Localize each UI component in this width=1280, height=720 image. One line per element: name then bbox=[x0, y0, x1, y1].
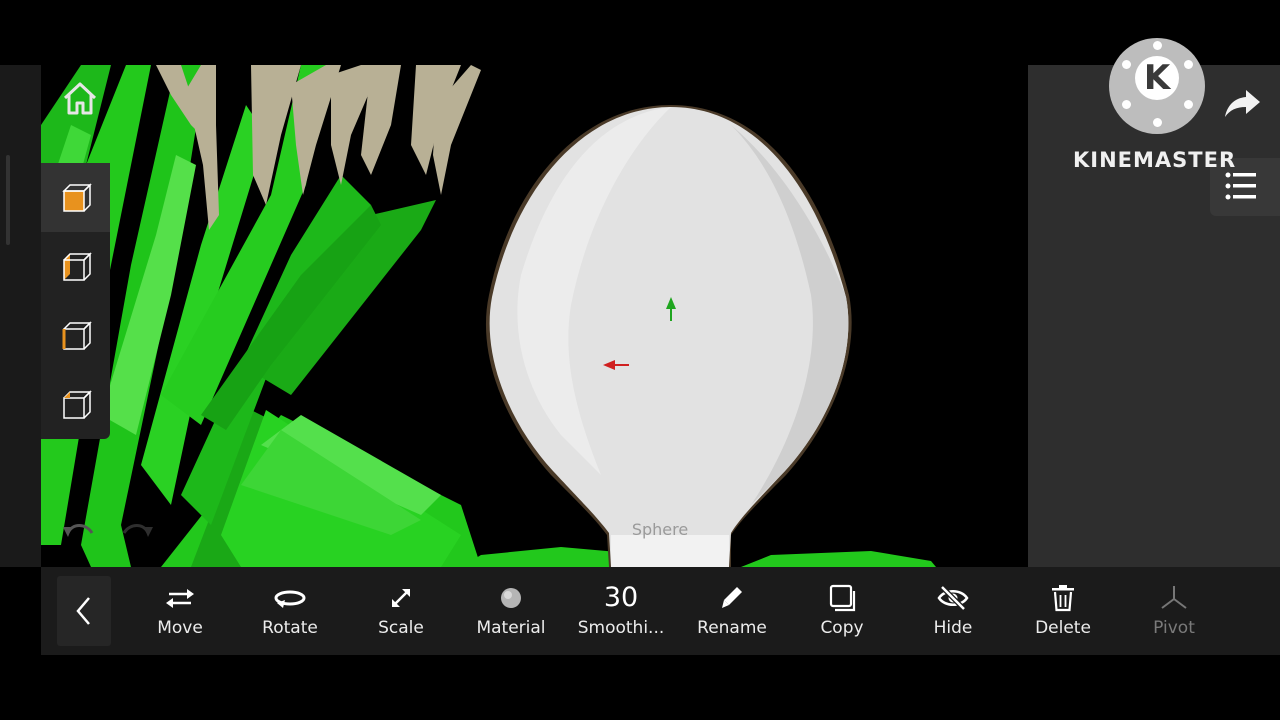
rename-label: Rename bbox=[697, 618, 767, 638]
perspective-view-button[interactable] bbox=[41, 370, 110, 439]
kinemaster-wordmark: KINEMASTER bbox=[1073, 148, 1237, 172]
logo-dot bbox=[1153, 118, 1162, 127]
selected-object-label: Sphere bbox=[631, 520, 689, 539]
share-button[interactable] bbox=[1222, 82, 1262, 122]
trash-icon bbox=[1052, 585, 1074, 612]
pivot-icon bbox=[1161, 586, 1187, 609]
logo-dot bbox=[1153, 41, 1162, 50]
logo-dot bbox=[1184, 60, 1193, 69]
scale-icon bbox=[392, 589, 410, 607]
pencil-icon bbox=[722, 587, 742, 608]
undo-button[interactable] bbox=[60, 515, 100, 543]
right-view-button[interactable] bbox=[41, 232, 110, 301]
redo-icon bbox=[122, 524, 153, 537]
scroll-indicator bbox=[6, 155, 10, 245]
copy-tool-button[interactable]: Copy bbox=[787, 580, 897, 646]
move-tool-button[interactable]: Move bbox=[125, 580, 235, 646]
letterbox-top bbox=[0, 0, 1280, 65]
pivot-tool-button[interactable]: Pivot bbox=[1119, 580, 1229, 646]
kinemaster-logo: K bbox=[1109, 38, 1205, 134]
back-button[interactable] bbox=[57, 576, 111, 646]
delete-tool-button[interactable]: Delete bbox=[1008, 580, 1118, 646]
move-label: Move bbox=[157, 618, 203, 638]
material-tool-button[interactable]: Material bbox=[456, 580, 566, 646]
hide-label: Hide bbox=[933, 618, 973, 638]
hide-tool-button[interactable]: Hide bbox=[898, 580, 1008, 646]
cube-edge-icon bbox=[62, 320, 92, 350]
delete-label: Delete bbox=[1035, 618, 1091, 638]
smoothing-label: Smoothi... bbox=[577, 618, 665, 638]
cube-front-icon bbox=[61, 182, 92, 212]
share-arrow-icon bbox=[1225, 90, 1260, 117]
logo-dot bbox=[1122, 60, 1131, 69]
smoothing-value: 30 bbox=[603, 582, 639, 613]
undo-icon bbox=[63, 524, 94, 537]
scale-label: Scale bbox=[378, 618, 424, 638]
kinemaster-logo-letter: K bbox=[1135, 56, 1179, 100]
letterbox-bottom bbox=[0, 655, 1280, 720]
scale-tool-button[interactable]: Scale bbox=[346, 580, 456, 646]
move-icon bbox=[166, 589, 194, 608]
chevron-left-icon bbox=[76, 597, 90, 625]
rotate-tool-button[interactable]: Rotate bbox=[235, 580, 345, 646]
material-sphere-icon bbox=[501, 588, 521, 608]
rotate-label: Rotate bbox=[262, 618, 318, 638]
redo-button[interactable] bbox=[116, 515, 156, 543]
right-side-panel bbox=[1028, 65, 1280, 567]
cube-corner-icon bbox=[62, 389, 92, 419]
scene-render bbox=[41, 65, 1028, 567]
3d-viewport[interactable] bbox=[41, 65, 1028, 567]
home-icon bbox=[63, 82, 97, 115]
material-label: Material bbox=[476, 618, 546, 638]
smoothing-tool-button[interactable]: 30 Smoothi... bbox=[566, 580, 676, 646]
logo-dot bbox=[1122, 100, 1131, 109]
copy-icon bbox=[829, 584, 856, 612]
copy-label: Copy bbox=[820, 618, 864, 638]
eye-off-icon bbox=[937, 585, 969, 611]
left-view-button[interactable] bbox=[41, 301, 110, 370]
left-strip bbox=[0, 65, 41, 567]
view-panel bbox=[41, 163, 110, 439]
front-view-button[interactable] bbox=[41, 163, 110, 232]
cube-side-icon bbox=[62, 251, 92, 281]
home-button[interactable] bbox=[58, 76, 102, 120]
logo-dot bbox=[1184, 100, 1193, 109]
rotate-icon bbox=[274, 590, 306, 608]
rename-tool-button[interactable]: Rename bbox=[677, 580, 787, 646]
pivot-label: Pivot bbox=[1153, 618, 1195, 638]
